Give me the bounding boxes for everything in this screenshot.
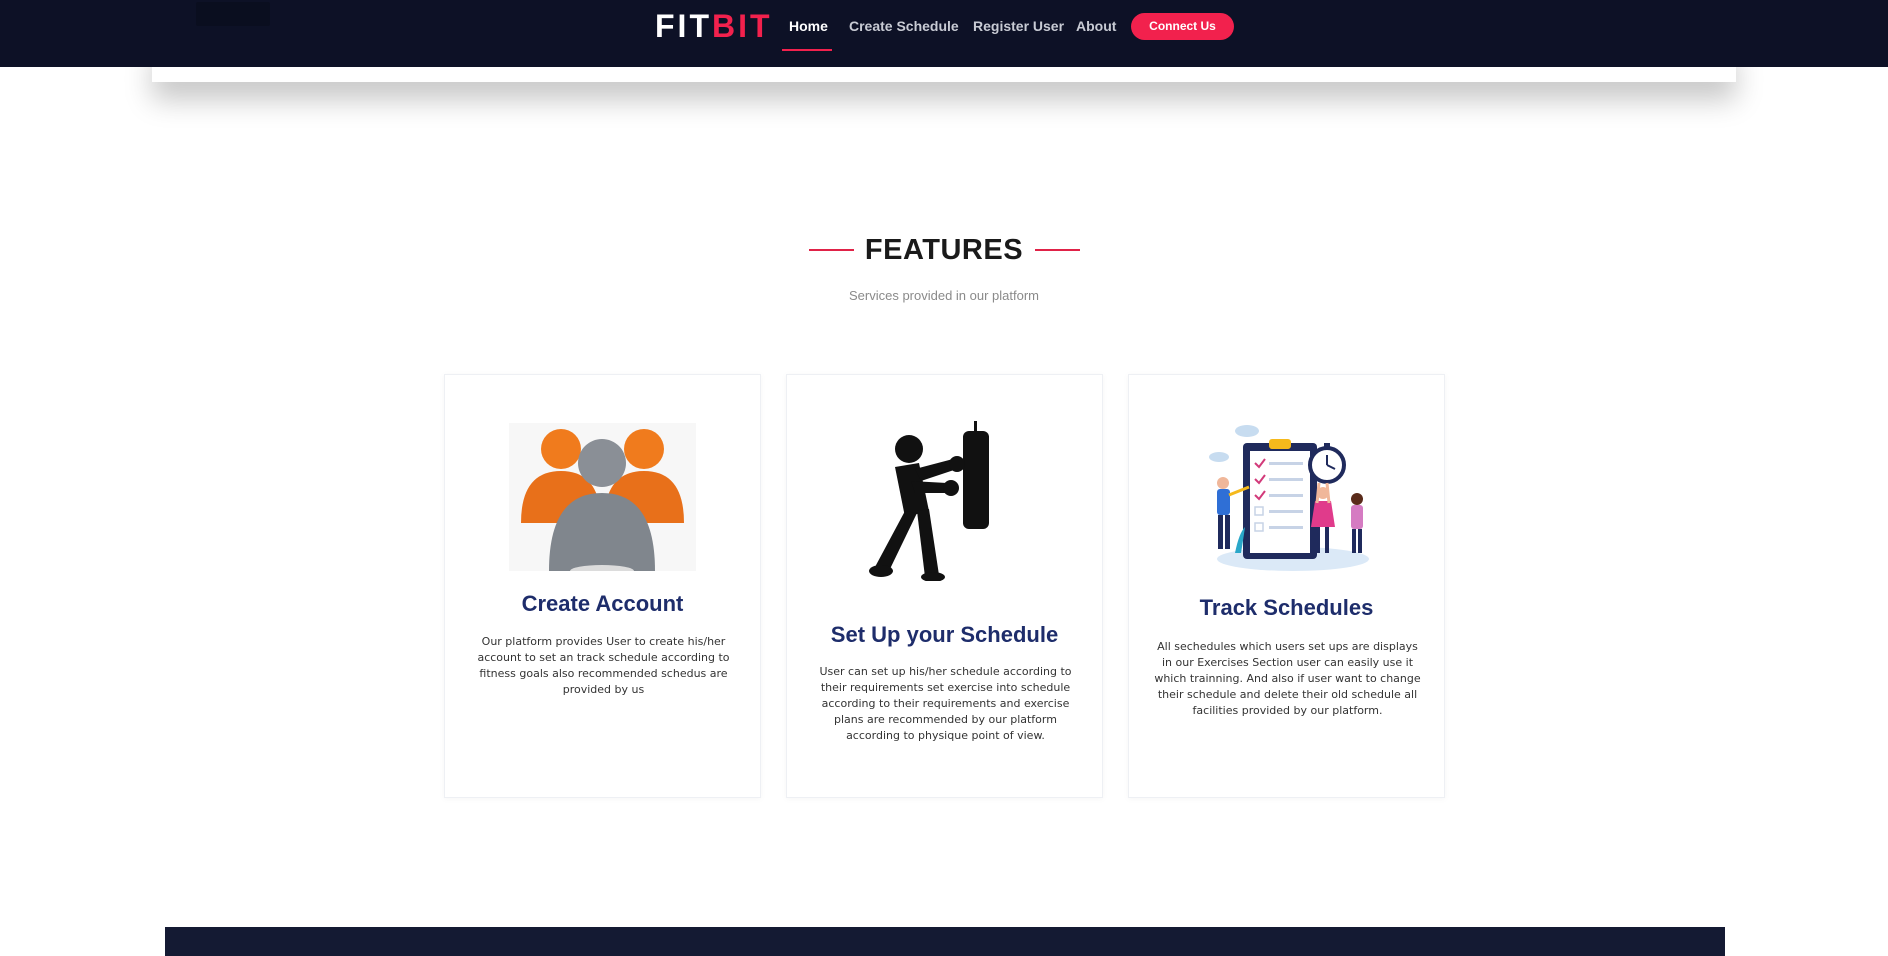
features-heading: FEATURES (0, 232, 1888, 272)
nav-link-home[interactable]: Home (789, 17, 828, 35)
card-text: User can set up his/her schedule accordi… (819, 665, 1072, 742)
logo[interactable]: FITBIT (655, 8, 773, 44)
footer-band (165, 927, 1725, 956)
boxer-punching-bag-icon (867, 421, 1007, 582)
active-nav-underline (782, 49, 832, 51)
logo-part-bit: BIT (711, 8, 773, 44)
users-group-icon (509, 423, 696, 577)
nav-link-register-user[interactable]: Register User (973, 17, 1064, 35)
page: FITBIT Home Create Schedule Register Use… (0, 0, 1888, 956)
card-title: Set Up your Schedule (830, 622, 1059, 647)
feature-card-create-account: Create Account Our platform provides Use… (444, 374, 761, 798)
card-title: Create Account (521, 591, 684, 616)
card-title: Track Schedules (1199, 595, 1374, 620)
clipboard-checklist-icon (1205, 423, 1373, 573)
features-subtitle: Services provided in our platform (848, 288, 1040, 303)
card-text: Our platform provides User to create his… (477, 635, 730, 696)
nav-link-create-schedule[interactable]: Create Schedule (849, 17, 959, 35)
feature-card-set-up-schedule: Set Up your Schedule User can set up his… (786, 374, 1103, 798)
logo-part-fit: FIT (655, 8, 712, 44)
card-text: All sechedules which users set ups are d… (1154, 640, 1421, 717)
connect-us-button[interactable]: Connect Us (1131, 13, 1234, 40)
navbar: FITBIT Home Create Schedule Register Use… (0, 0, 1888, 67)
feature-card-track-schedules: Track Schedules All sechedules which use… (1128, 374, 1445, 798)
nav-dark-chip (196, 2, 270, 26)
features-title: FEATURES (864, 234, 1024, 266)
nav-link-about[interactable]: About (1076, 17, 1116, 35)
